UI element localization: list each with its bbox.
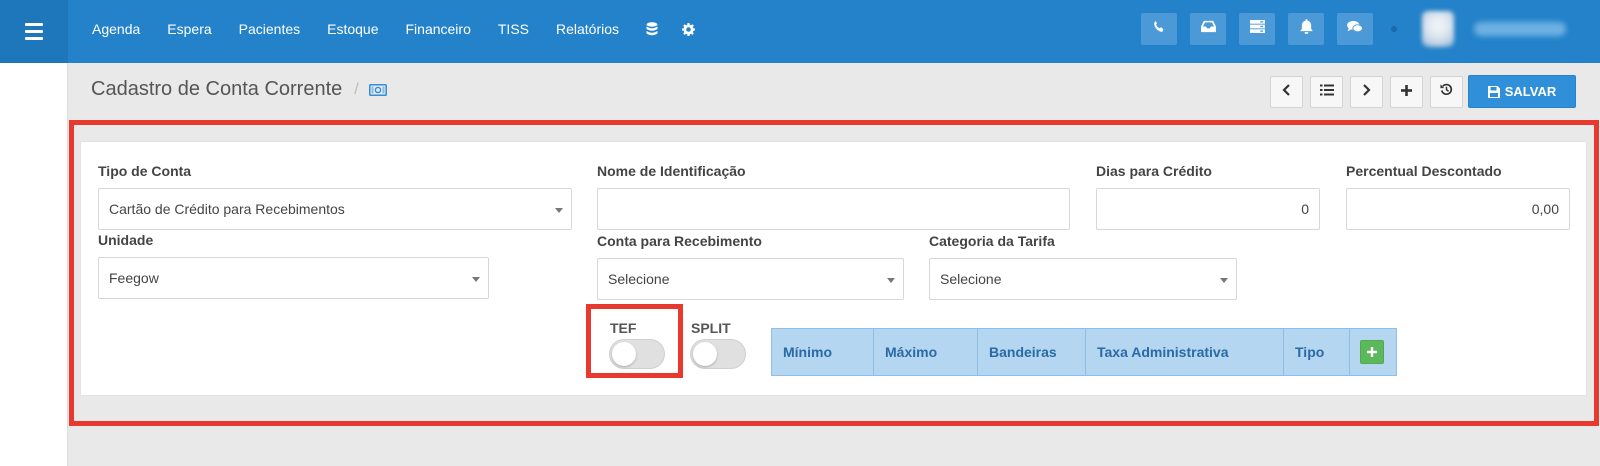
save-button-label: SALVAR bbox=[1504, 84, 1557, 99]
nav-agenda[interactable]: Agenda bbox=[92, 21, 140, 37]
avatar[interactable] bbox=[1422, 11, 1454, 47]
breadcrumb: Cadastro de Conta Corrente / bbox=[91, 78, 387, 101]
main-nav: Agenda Espera Pacientes Estoque Financei… bbox=[92, 0, 719, 58]
nav-pacientes[interactable]: Pacientes bbox=[239, 21, 300, 37]
hamburger-icon bbox=[25, 21, 43, 42]
chat-button[interactable] bbox=[1337, 13, 1373, 45]
tef-highlight-frame bbox=[586, 304, 683, 378]
nav-financeiro[interactable]: Financeiro bbox=[406, 21, 471, 37]
chevron-right-icon bbox=[1362, 83, 1371, 101]
add-record-button[interactable] bbox=[1390, 76, 1423, 108]
list-icon bbox=[1319, 83, 1334, 101]
database-icon[interactable] bbox=[646, 22, 658, 36]
bell-icon bbox=[1299, 19, 1313, 39]
highlight-frame bbox=[69, 120, 1599, 426]
plus-icon bbox=[1401, 83, 1412, 101]
nav-tiss[interactable]: TISS bbox=[498, 21, 529, 37]
floppy-icon bbox=[1487, 85, 1500, 98]
gear-icon[interactable] bbox=[682, 22, 696, 36]
username-blurred[interactable] bbox=[1474, 22, 1566, 36]
chat-icon bbox=[1347, 20, 1363, 39]
previous-button[interactable] bbox=[1270, 76, 1303, 108]
phone-icon bbox=[1152, 20, 1166, 39]
phone-button[interactable] bbox=[1141, 13, 1177, 45]
inbox-button[interactable] bbox=[1190, 13, 1226, 45]
save-button[interactable]: SALVAR bbox=[1468, 75, 1576, 108]
menu-toggle-button[interactable] bbox=[0, 0, 68, 63]
page-title: Cadastro de Conta Corrente bbox=[91, 78, 343, 100]
nav-espera[interactable]: Espera bbox=[167, 21, 211, 37]
top-navbar: Agenda Espera Pacientes Estoque Financei… bbox=[0, 0, 1600, 63]
notifications-button[interactable] bbox=[1288, 13, 1324, 45]
sidebar-collapsed bbox=[0, 63, 68, 466]
next-button[interactable] bbox=[1350, 76, 1383, 108]
chevron-left-icon bbox=[1282, 83, 1291, 101]
inbox-icon bbox=[1200, 20, 1216, 38]
list-button[interactable] bbox=[1310, 76, 1343, 108]
status-dot bbox=[1391, 26, 1397, 32]
history-button[interactable] bbox=[1430, 76, 1463, 108]
topbar-actions bbox=[1128, 0, 1600, 58]
breadcrumb-separator: / bbox=[354, 80, 359, 98]
nav-estoque[interactable]: Estoque bbox=[327, 21, 378, 37]
nav-relatorios[interactable]: Relatórios bbox=[556, 21, 619, 37]
money-icon[interactable] bbox=[368, 83, 387, 96]
server-icon bbox=[1249, 20, 1265, 38]
history-icon bbox=[1440, 83, 1453, 101]
record-toolbar bbox=[1270, 76, 1470, 108]
server-button[interactable] bbox=[1239, 13, 1275, 45]
